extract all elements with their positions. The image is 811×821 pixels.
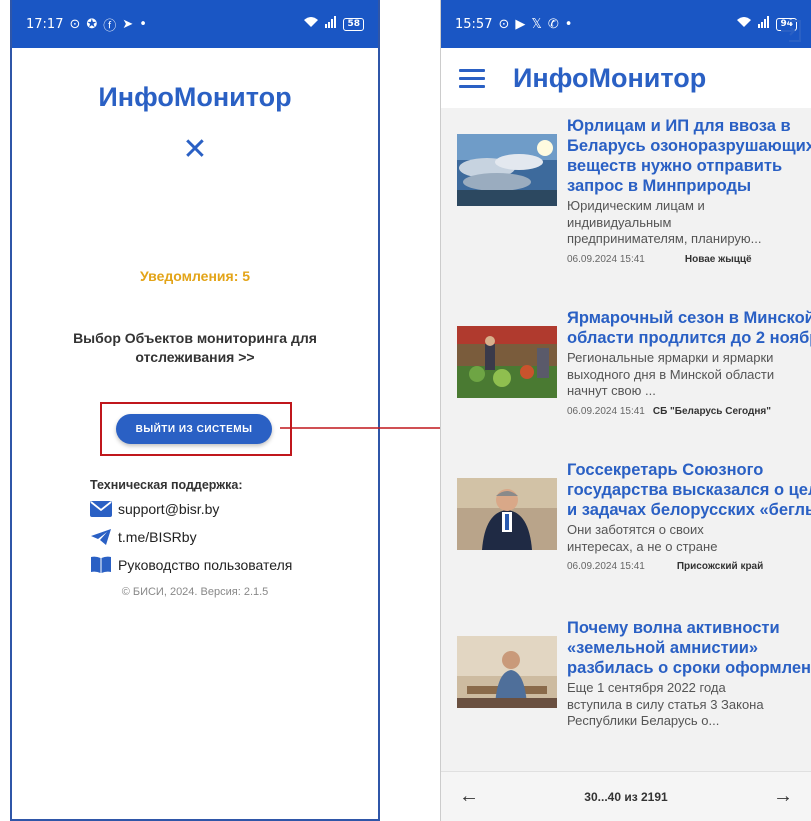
battery-icon: 58 [343,17,364,31]
news-item[interactable]: Госсекретарь Союзного государства высказ… [457,460,811,572]
news-item[interactable]: Почему волна активности «земельной амнис… [457,618,811,730]
mail-icon [90,500,112,518]
logout-button[interactable]: ВЫЙТИ ИЗ СИСТЕМЫ [116,414,272,444]
facebook-icon: ⓕ [103,18,117,34]
settings-icon: ✪ [86,16,98,32]
news-date: 06.09.2024 15:41 [567,561,645,572]
app-title: ИнфоМонитор [98,82,292,112]
news-body: Ярмарочный сезон в Минской области продл… [567,308,811,417]
support-email[interactable]: support@bisr.by [118,501,219,517]
login-screen: 17:17 ⊙ ✪ ⓕ ➤ • 58 ИнфоМонитор ✕ Уведомл… [10,0,380,821]
viber-icon: ✆ [547,16,559,32]
app-title: ИнфоМонитор [513,62,707,93]
news-snippet: Они заботятся о своих интересах, а не о … [567,522,718,554]
news-title[interactable]: Госсекретарь Союзного государства высказ… [567,460,811,520]
youtube-icon: ▶ [515,16,526,32]
page-range: 30...40 из 2191 [584,789,668,804]
news-thumbnail [457,134,557,206]
news-thumbnail [457,478,557,550]
copyright-text: © БИСИ, 2024. Версия: 2.1.5 [121,586,269,598]
telegram-send-icon [90,528,112,546]
status-bar: 17:17 ⊙ ✪ ⓕ ➤ • 58 [12,0,378,48]
support-email-row[interactable]: support@bisr.by [90,500,219,518]
arrow-right-icon[interactable]: → [773,785,793,808]
news-meta: 06.09.2024 15:41 Новае жыццё [567,254,811,265]
support-telegram[interactable]: t.me/BISRby [118,529,197,545]
support-telegram-row[interactable]: t.me/BISRby [90,528,197,546]
telegram-icon: ➤ [122,16,134,32]
news-title[interactable]: Юрлицам и ИП для ввоза в Беларусь озонор… [567,116,811,196]
status-time: 15:57 [455,16,493,32]
news-date: 06.09.2024 15:41 [567,253,645,265]
logout-highlight-frame: ВЫЙТИ ИЗ СИСТЕМЫ [100,402,292,456]
status-time: 17:17 [26,16,64,32]
news-body: Юрлицам и ИП для ввоза в Беларусь озонор… [567,116,811,265]
x-icon: 𝕏 [531,16,542,32]
news-thumbnail [457,636,557,708]
news-date: 06.09.2024 15:41 [567,405,645,417]
wifi-icon [736,16,752,32]
news-source: Присожский край [676,561,764,572]
news-snippet: Юридическим лицам и индивидуальным предп… [567,198,762,246]
notifications-count[interactable]: Уведомления: 5 [12,268,378,284]
news-item[interactable]: Юрлицам и ИП для ввоза в Беларусь озонор… [457,116,811,265]
news-snippet: Еще 1 сентября 2022 года вступила в силу… [567,680,764,728]
dot-icon: • [139,16,147,32]
alarm-icon: ⊙ [69,16,81,32]
news-thumbnail [457,326,557,398]
news-screen: 15:57 ⊙ ▶ 𝕏 ✆ • 94 ИнфоМонитор Юрлицам и… [440,0,811,821]
news-list[interactable]: Юрлицам и ИП для ввоза в Беларусь озонор… [441,108,811,771]
news-source: Новае жыццё [684,253,752,265]
wifi-icon [303,16,319,32]
user-guide-link[interactable]: Руководство пользователя [118,557,292,573]
news-body: Почему волна активности «земельной амнис… [567,618,811,730]
menu-icon[interactable] [459,64,485,93]
dot-icon: • [564,16,573,32]
book-icon [90,556,112,574]
news-snippet: Региональные ярмарки и ярмарки выходного… [567,350,775,398]
news-title[interactable]: Почему волна активности «земельной амнис… [567,618,811,678]
news-meta: 06.09.2024 15:41 Присожский край [567,561,811,572]
news-meta: 06.09.2024 15:41 СБ "Беларусь Сегодня" [567,406,811,417]
news-item[interactable]: Ярмарочный сезон в Минской области продл… [457,308,811,417]
signal-icon [758,16,770,32]
logout-icon[interactable] [779,18,805,44]
status-bar: 15:57 ⊙ ▶ 𝕏 ✆ • 94 [441,0,811,48]
news-source: СБ "Беларусь Сегодня" [652,405,771,417]
arrow-left-icon[interactable]: ← [459,785,479,808]
support-title: Техническая поддержка: [90,478,243,492]
monitoring-objects-link[interactable]: Выбор Объектов мониторинга для отслежива… [52,329,338,367]
news-title[interactable]: Ярмарочный сезон в Минской области продл… [567,308,811,348]
alarm-icon: ⊙ [498,16,510,32]
signal-icon [325,16,337,32]
pagination-bar: ← 30...40 из 2191 → [441,771,811,821]
close-icon[interactable]: ✕ [12,132,378,167]
news-body: Госсекретарь Союзного государства высказ… [567,460,811,572]
app-bar: ИнфоМонитор [441,48,811,108]
user-guide-row[interactable]: Руководство пользователя [90,556,292,574]
